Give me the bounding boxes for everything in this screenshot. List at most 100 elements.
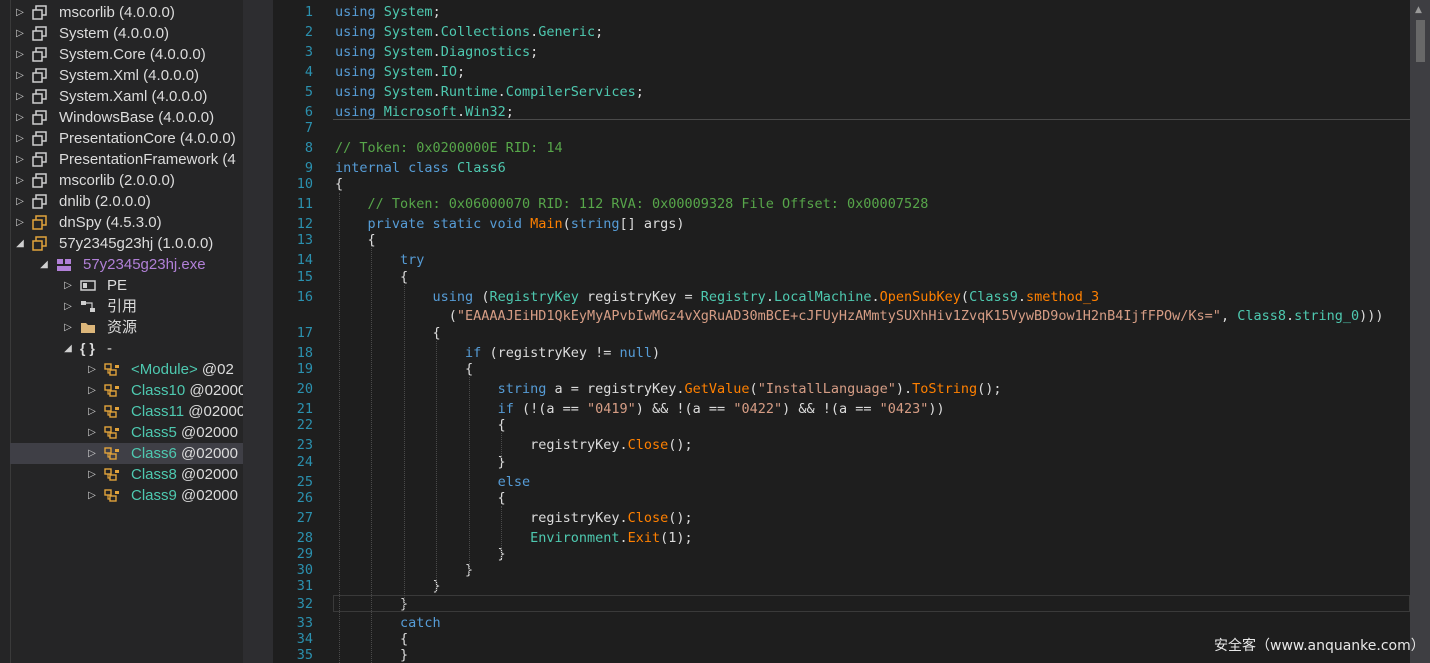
- code-line[interactable]: else: [335, 474, 531, 490]
- assembly-icon: [32, 89, 48, 104]
- code-line[interactable]: using System.IO;: [335, 64, 465, 80]
- tree-item[interactable]: ▷ Class10 @02000: [0, 380, 243, 401]
- tree-item[interactable]: ▷ Class9 @02000: [0, 485, 243, 506]
- code-token: ();: [668, 510, 693, 526]
- code-line[interactable]: registryKey.Close();: [335, 437, 693, 453]
- tree-item[interactable]: ▷ 资源: [0, 317, 243, 338]
- code-token: "InstallLanguage": [757, 381, 896, 397]
- tree-item[interactable]: ▷ Class5 @02000: [0, 422, 243, 443]
- tree-item[interactable]: ▷ 引用: [0, 296, 243, 317]
- tree-item[interactable]: ◢ 57y2345g23hj.exe: [0, 254, 243, 275]
- tree-item[interactable]: ▷ System.Xml (4.0.0.0): [0, 65, 243, 86]
- tree-item[interactable]: ▷ PresentationFramework (4: [0, 149, 243, 170]
- code-line[interactable]: registryKey.Close();: [335, 510, 693, 526]
- code-line[interactable]: }: [335, 454, 506, 470]
- code-token: Microsoft: [383, 104, 457, 120]
- expand-arrow-icon[interactable]: ▷: [14, 23, 26, 44]
- code-line[interactable]: using System.Diagnostics;: [335, 44, 538, 60]
- code-line[interactable]: internal class Class6: [335, 160, 506, 176]
- tree-item[interactable]: ▷ System.Core (4.0.0.0): [0, 44, 243, 65]
- code-line[interactable]: using System.Runtime.CompilerServices;: [335, 84, 644, 100]
- code-line[interactable]: {: [335, 176, 343, 192]
- tree-item[interactable]: ◢ 57y2345g23hj (1.0.0.0): [0, 233, 243, 254]
- code-line[interactable]: }: [335, 546, 506, 562]
- assembly-explorer[interactable]: ▷ mscorlib (4.0.0.0) ▷ System (4.0.0.0) ▷ Sys…: [0, 0, 243, 663]
- code-line[interactable]: string a = registryKey.GetValue("Install…: [335, 381, 1002, 397]
- expand-arrow-icon[interactable]: ▷: [62, 317, 74, 338]
- tree-item[interactable]: ▷ dnlib (2.0.0.0): [0, 191, 243, 212]
- code-line[interactable]: try: [335, 252, 424, 268]
- expand-arrow-icon[interactable]: ▷: [86, 422, 98, 443]
- tree-item-label: <Module> @02: [131, 359, 234, 380]
- code-line[interactable]: // Token: 0x0200000E RID: 14: [335, 140, 563, 156]
- collapse-arrow-icon[interactable]: ◢: [62, 338, 74, 359]
- code-token: smethod_3: [1025, 289, 1100, 305]
- expand-arrow-icon[interactable]: ▷: [86, 443, 98, 464]
- tree-item[interactable]: ◢ { } -: [0, 338, 243, 359]
- vertical-scrollbar[interactable]: ▲: [1410, 0, 1430, 663]
- code-line[interactable]: {: [335, 325, 441, 341]
- expand-arrow-icon[interactable]: ▷: [14, 44, 26, 65]
- tree-item[interactable]: ▷ Class11 @02000: [0, 401, 243, 422]
- expand-arrow-icon[interactable]: ▷: [86, 380, 98, 401]
- expand-arrow-icon[interactable]: ▷: [86, 359, 98, 380]
- expand-arrow-icon[interactable]: ▷: [62, 296, 74, 317]
- tree-item[interactable]: ▷ PresentationCore (4.0.0.0): [0, 128, 243, 149]
- code-line[interactable]: using System;: [335, 4, 441, 20]
- expand-arrow-icon[interactable]: ▷: [14, 107, 26, 128]
- tree-item[interactable]: ▷ System.Xaml (4.0.0.0): [0, 86, 243, 107]
- code-line[interactable]: {: [335, 232, 376, 248]
- tree-item[interactable]: ▷ WindowsBase (4.0.0.0): [0, 107, 243, 128]
- code-line[interactable]: catch: [335, 615, 441, 631]
- panel-splitter[interactable]: [243, 0, 273, 663]
- code-token: LocalMachine: [773, 289, 872, 305]
- code-line[interactable]: using System.Collections.Generic;: [335, 24, 603, 40]
- indent-guide: [468, 377, 470, 574]
- code-token: }: [335, 578, 441, 594]
- tree-item[interactable]: ▷ System (4.0.0.0): [0, 23, 243, 44]
- tree-item[interactable]: ▷ Class8 @02000: [0, 464, 243, 485]
- code-line[interactable]: // Token: 0x06000070 RID: 112 RVA: 0x000…: [335, 196, 929, 212]
- expand-arrow-icon[interactable]: ▷: [62, 275, 74, 296]
- tree-item-label: 资源: [107, 317, 137, 338]
- tree-item[interactable]: ▷ Class6 @02000: [10, 443, 243, 464]
- code-line[interactable]: {: [335, 417, 506, 433]
- expand-arrow-icon[interactable]: ▷: [86, 401, 98, 422]
- code-token: Runtime: [440, 84, 498, 100]
- code-line[interactable]: if (registryKey != null): [335, 345, 660, 361]
- tree-item[interactable]: ▷ mscorlib (2.0.0.0): [0, 170, 243, 191]
- scrollbar-thumb[interactable]: [1416, 20, 1425, 62]
- expand-arrow-icon[interactable]: ▷: [14, 128, 26, 149]
- expand-arrow-icon[interactable]: ▷: [14, 191, 26, 212]
- tree-item[interactable]: ▷ mscorlib (4.0.0.0): [0, 2, 243, 23]
- expand-arrow-icon[interactable]: ▷: [14, 86, 26, 107]
- expand-arrow-icon[interactable]: ▷: [86, 485, 98, 506]
- tree-item[interactable]: ▷ dnSpy (4.5.3.0): [0, 212, 243, 233]
- code-token: "EAAAAJEiHD1QkEyMyAPvbIwMGz4vXgRuAD30mBC…: [456, 308, 1221, 324]
- expand-arrow-icon[interactable]: ▷: [86, 464, 98, 485]
- code-line[interactable]: private static void Main(string[] args): [335, 216, 685, 232]
- code-token: {: [335, 176, 344, 192]
- code-line[interactable]: using (RegistryKey registryKey = Registr…: [335, 289, 1100, 305]
- code-editor[interactable]: 1 using System; 2 using System.Collections.…: [273, 0, 1410, 663]
- tree-item[interactable]: ▷ <Module> @02: [0, 359, 243, 380]
- line-number: 22: [296, 417, 313, 433]
- expand-arrow-icon[interactable]: ▷: [14, 170, 26, 191]
- tree-item-label: Class5 @02000: [131, 422, 238, 443]
- collapse-arrow-icon[interactable]: ◢: [38, 254, 50, 275]
- expand-arrow-icon[interactable]: ▷: [14, 149, 26, 170]
- code-token: "0423": [879, 401, 929, 417]
- code-line[interactable]: using Microsoft.Win32;: [335, 104, 514, 120]
- expand-arrow-icon[interactable]: ▷: [14, 2, 26, 23]
- expand-arrow-icon[interactable]: ▷: [14, 212, 26, 233]
- code-line[interactable]: ("EAAAAJEiHD1QkEyMyAPvbIwMGz4vXgRuAD30mB…: [335, 308, 1384, 324]
- scroll-up-icon[interactable]: ▲: [1415, 5, 1422, 15]
- expand-arrow-icon[interactable]: ▷: [14, 65, 26, 86]
- code-line[interactable]: Environment.Exit(1);: [335, 530, 693, 546]
- collapse-arrow-icon[interactable]: ◢: [14, 233, 26, 254]
- code-token: {: [335, 325, 441, 341]
- code-line[interactable]: if (!(a == "0419") && !(a == "0422") && …: [335, 401, 945, 417]
- code-line[interactable]: }: [335, 578, 441, 594]
- code-line[interactable]: {: [335, 490, 506, 506]
- tree-item[interactable]: ▷ PE: [0, 275, 243, 296]
